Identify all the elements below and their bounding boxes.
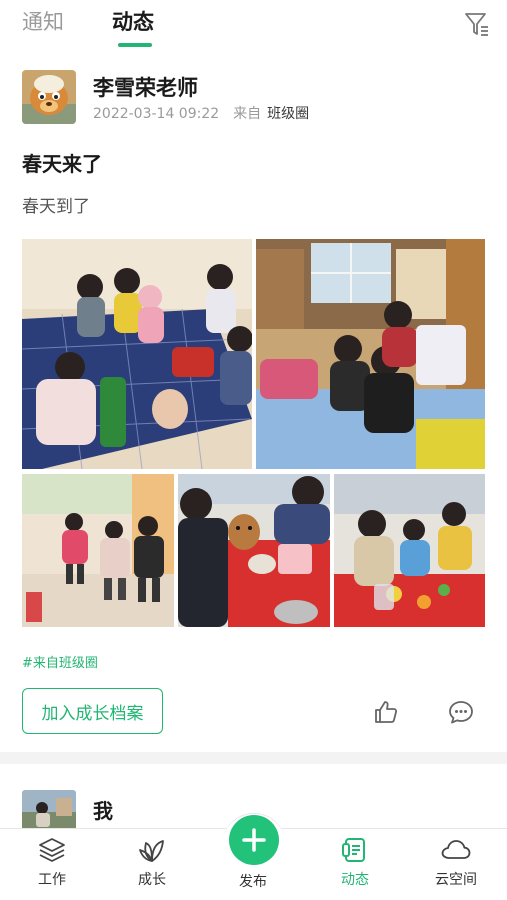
post-divider [0,752,507,764]
nav-cloud-label: 云空间 [435,872,477,888]
filter-icon [465,13,488,36]
nav-cloud-space[interactable]: 云空间 [416,835,496,889]
nav-publish-label[interactable]: 发布 [213,871,293,891]
active-tab-indicator [118,43,152,47]
post-body: 春天到了 [22,197,90,217]
feed-doc-icon [342,838,365,862]
add-to-growth-archive-button[interactable]: 加入成长档案 [22,688,163,734]
nav-feed-label: 动态 [341,872,369,888]
nav-work[interactable]: 工作 [12,835,92,889]
like-button[interactable] [372,698,400,726]
post-photo[interactable] [22,239,252,469]
publish-button[interactable] [229,815,279,865]
tab-feed[interactable]: 动态 [112,6,154,36]
post-photo[interactable] [256,239,485,469]
post-title: 春天来了 [22,152,102,176]
comment-icon [449,701,473,724]
nav-growth[interactable]: 成长 [112,835,192,889]
post-source-prefix: 来自 [233,106,262,122]
post2-author-name: 我 [93,799,113,823]
tab-notice[interactable]: 通知 [22,6,64,36]
layers-icon [39,838,65,862]
nav-work-label: 工作 [38,872,66,888]
author-avatar[interactable] [22,70,76,124]
comment-button[interactable] [447,698,475,726]
like-icon [375,701,398,723]
nav-growth-label: 成长 [138,872,166,888]
filter-button[interactable] [463,10,491,38]
plus-icon [242,828,266,852]
post-meta: 2022-03-14 09:22 来自 班级圈 [93,103,309,123]
bottom-nav: 工作 成长 发布 动态 云空间 [0,813,507,900]
post-source[interactable]: 班级圈 [267,106,309,122]
post2-author-avatar[interactable] [22,790,76,830]
leaf-icon [139,840,164,862]
post-photo[interactable] [22,474,174,627]
top-tab-bar: 通知 动态 [0,0,507,56]
cloud-icon [441,840,471,859]
post-photo[interactable] [334,474,485,627]
post-datetime: 2022-03-14 09:22 [93,106,220,122]
post-hashtag[interactable]: #来自班级圈 [22,652,98,671]
nav-feed[interactable]: 动态 [315,835,395,889]
post-photo[interactable] [178,474,330,627]
author-name: 李雪荣老师 [93,76,198,100]
